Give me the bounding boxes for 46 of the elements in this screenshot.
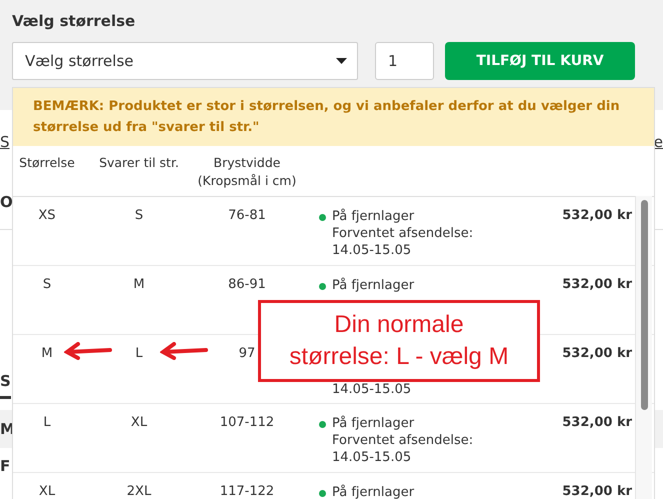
stock-status-text: På fjernlager xyxy=(332,484,414,499)
chest-cell: 86-91 xyxy=(228,277,266,292)
size-cell: L xyxy=(43,415,51,430)
background-text: e xyxy=(654,133,663,151)
stock-status-text: 14.05-15.05 xyxy=(332,449,412,466)
background-text: O xyxy=(0,192,13,210)
equivalent-size-cell: XL xyxy=(130,415,148,430)
stock-status-text: 14.05-15.05 xyxy=(332,242,412,259)
column-header: Svarer til str. xyxy=(99,154,179,172)
size-select[interactable]: Vælg størrelse xyxy=(12,42,358,80)
equivalent-size-cell: S xyxy=(134,208,144,223)
price-cell: 532,00 kr xyxy=(562,208,632,223)
chest-cell: 97 xyxy=(238,346,256,361)
equivalent-size-cell: M xyxy=(133,277,145,292)
section-heading: Vælg størrelse xyxy=(12,12,136,32)
price-cell: 532,00 kr xyxy=(562,415,632,430)
stock-status-text: Forventet afsendelse: xyxy=(332,432,474,449)
chest-cell: 76-81 xyxy=(228,208,266,223)
stock-status-text: Forventet afsendelse: xyxy=(332,225,474,242)
chest-cell: 117-122 xyxy=(220,484,274,499)
caret-icon xyxy=(336,58,347,64)
price-cell: 532,00 kr xyxy=(562,277,632,292)
stock-status-text: På fjernlager xyxy=(332,415,416,432)
arrow-icon xyxy=(64,342,112,360)
column-header: Brystvidde (Kropsmål i cm) xyxy=(198,154,296,190)
size-cell: S xyxy=(42,277,52,292)
price-cell: 532,00 kr xyxy=(562,346,632,361)
chest-cell: 107-112 xyxy=(220,415,274,430)
size-cell: XL xyxy=(38,484,56,499)
stock-status-text: På fjernlager xyxy=(332,208,416,225)
scrollbar-thumb[interactable] xyxy=(640,200,648,410)
column-header: Størrelse xyxy=(19,154,75,172)
arrow-icon xyxy=(160,342,208,360)
quantity-field[interactable]: 1 xyxy=(375,42,434,80)
background-text: F xyxy=(0,457,10,475)
callout-text: størrelse: L - vælg M xyxy=(288,342,510,372)
callout-text: Din normale xyxy=(333,310,465,340)
background-text: S xyxy=(0,133,10,151)
price-cell: 532,00 kr xyxy=(562,484,632,499)
stock-status-text: 14.05-15.05 xyxy=(332,381,412,398)
size-cell: XS xyxy=(38,208,56,223)
equivalent-size-cell: 2XL xyxy=(126,484,152,499)
notice-text: BEMÆRK: Produktet er stor i størrelsen, og vi anbefaler derfor at du vælger din størrelse ud fra "svarer til str." xyxy=(13,88,654,146)
equivalent-size-cell: L xyxy=(135,346,143,361)
stock-status-text: På fjernlager xyxy=(332,277,414,294)
size-cell: M xyxy=(41,346,53,361)
